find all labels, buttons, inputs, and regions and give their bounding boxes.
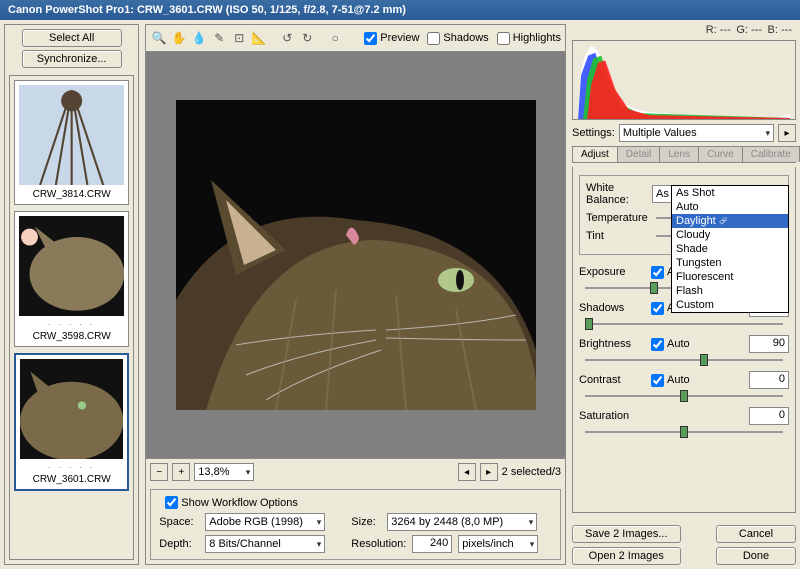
titlebar: Canon PowerShot Pro1: CRW_3601.CRW (ISO … — [0, 0, 800, 20]
highlights-checkbox[interactable]: Highlights — [497, 32, 561, 45]
wb-option[interactable]: Auto — [672, 200, 788, 214]
wb-option[interactable]: Daylight ⮰ — [672, 214, 788, 228]
thumbnail-list[interactable]: CRW_3814.CRW . . . . . CRW_3598.CRW . . … — [9, 75, 134, 560]
thumbnail-rating: . . . . . — [19, 318, 124, 327]
zoom-out-button[interactable]: − — [150, 463, 168, 481]
saturation-label: Saturation — [579, 410, 641, 422]
contrast-auto-checkbox[interactable]: Auto — [651, 374, 690, 387]
show-workflow-checkbox[interactable]: Show Workflow Options — [165, 496, 552, 509]
rgb-readout: R: --- G: --- B: --- — [572, 24, 796, 36]
thumbnail-item[interactable]: CRW_3814.CRW — [14, 80, 129, 205]
tint-label: Tint — [586, 230, 648, 242]
white-balance-label: White Balance: — [586, 182, 648, 206]
open-images-button[interactable]: Open 2 Images — [572, 547, 681, 565]
next-image-button[interactable]: ▸ — [480, 463, 498, 481]
color-sampler-icon[interactable]: ✎ — [210, 29, 228, 47]
adjustments-panel: R: --- G: --- B: --- Settings: Multiple … — [572, 24, 796, 565]
size-select[interactable]: 3264 by 2448 (8,0 MP)▾ — [387, 513, 537, 531]
brightness-label: Brightness — [579, 338, 641, 350]
preview-area[interactable] — [146, 52, 565, 458]
thumbnail-rating: . . . . . — [20, 461, 123, 470]
workflow-options: Show Workflow Options Space: Adobe RGB (… — [150, 489, 561, 560]
saturation-input[interactable]: 0 — [749, 407, 789, 425]
toolbar: 🔍 ✋ 💧 ✎ ⊡ 📐 ↺ ↻ ○ Preview Shadows Highli… — [146, 25, 565, 52]
depth-label: Depth: — [159, 538, 199, 550]
settings-menu-button[interactable]: ▸ — [778, 124, 796, 142]
space-label: Space: — [159, 516, 199, 528]
preview-image — [176, 100, 536, 410]
white-balance-dropdown[interactable]: As Shot Auto Daylight ⮰ Cloudy Shade Tun… — [671, 185, 789, 313]
contrast-label: Contrast — [579, 374, 641, 386]
temperature-label: Temperature — [586, 212, 648, 224]
crop-tool-icon[interactable]: ⊡ — [230, 29, 248, 47]
done-button[interactable]: Done — [716, 547, 796, 565]
contrast-input[interactable]: 0 — [749, 371, 789, 389]
brightness-slider[interactable] — [585, 359, 783, 361]
adjust-tab-content: White Balance: As Shot▾ Temperature Tint… — [572, 167, 796, 513]
shadows-checkbox[interactable]: Shadows — [427, 32, 488, 45]
select-all-button[interactable]: Select All — [22, 29, 122, 47]
toggle-mark-icon[interactable]: ○ — [326, 29, 344, 47]
brightness-auto-checkbox[interactable]: Auto — [651, 338, 690, 351]
thumbnail-label: CRW_3601.CRW — [20, 474, 123, 485]
cancel-button[interactable]: Cancel — [716, 525, 796, 543]
shadows-slider[interactable] — [585, 323, 783, 325]
thumbnail-label: CRW_3598.CRW — [19, 331, 124, 342]
shadows-label: Shadows — [579, 302, 641, 314]
brightness-input[interactable]: 90 — [749, 335, 789, 353]
thumbnail-sidebar: Select All Synchronize... CRW_3814.CRW .… — [4, 24, 139, 565]
rotate-ccw-icon[interactable]: ↺ — [278, 29, 296, 47]
tab-lens[interactable]: Lens — [659, 146, 699, 162]
wb-option[interactable]: As Shot — [672, 186, 788, 200]
exposure-label: Exposure — [579, 266, 641, 278]
thumbnail-item[interactable]: . . . . . CRW_3601.CRW — [14, 353, 129, 491]
resolution-label: Resolution: — [351, 538, 406, 550]
wb-option[interactable]: Tungsten — [672, 256, 788, 270]
save-images-button[interactable]: Save 2 Images... — [572, 525, 681, 543]
tab-adjust[interactable]: Adjust — [572, 146, 618, 162]
tab-curve[interactable]: Curve — [698, 146, 743, 162]
tab-calibrate[interactable]: Calibrate — [742, 146, 800, 162]
wb-option[interactable]: Shade — [672, 242, 788, 256]
size-label: Size: — [351, 516, 381, 528]
synchronize-button[interactable]: Synchronize... — [22, 50, 122, 68]
thumbnail-image — [19, 216, 124, 316]
selection-status: 2 selected/3 — [502, 466, 561, 478]
resolution-input[interactable]: 240 — [412, 535, 452, 553]
wb-option[interactable]: Flash — [672, 284, 788, 298]
thumbnail-label: CRW_3814.CRW — [19, 189, 124, 200]
wb-option[interactable]: Fluorescent — [672, 270, 788, 284]
resolution-unit-select[interactable]: pixels/inch▾ — [458, 535, 538, 553]
straighten-tool-icon[interactable]: 📐 — [250, 29, 268, 47]
thumbnail-image — [20, 359, 123, 459]
zoom-controls: − + 13,8%▾ ◂ ▸ 2 selected/3 — [146, 458, 565, 485]
rotate-cw-icon[interactable]: ↻ — [298, 29, 316, 47]
zoom-tool-icon[interactable]: 🔍 — [150, 29, 168, 47]
prev-image-button[interactable]: ◂ — [458, 463, 476, 481]
wb-option[interactable]: Custom — [672, 298, 788, 312]
preview-checkbox[interactable]: Preview — [364, 32, 419, 45]
saturation-slider[interactable] — [585, 431, 783, 433]
settings-label: Settings: — [572, 127, 615, 139]
histogram — [572, 40, 796, 120]
depth-select[interactable]: 8 Bits/Channel▾ — [205, 535, 325, 553]
hand-tool-icon[interactable]: ✋ — [170, 29, 188, 47]
zoom-in-button[interactable]: + — [172, 463, 190, 481]
tab-detail[interactable]: Detail — [617, 146, 661, 162]
space-select[interactable]: Adobe RGB (1998)▾ — [205, 513, 325, 531]
thumbnail-item[interactable]: . . . . . CRW_3598.CRW — [14, 211, 129, 347]
tab-bar: Adjust Detail Lens Curve Calibrate — [572, 146, 796, 163]
wb-option[interactable]: Cloudy — [672, 228, 788, 242]
settings-select[interactable]: Multiple Values▾ — [619, 124, 774, 142]
contrast-slider[interactable] — [585, 395, 783, 397]
preview-panel: 🔍 ✋ 💧 ✎ ⊡ 📐 ↺ ↻ ○ Preview Shadows Highli… — [145, 24, 566, 565]
zoom-select[interactable]: 13,8%▾ — [194, 463, 254, 481]
thumbnail-image — [19, 85, 124, 185]
white-balance-tool-icon[interactable]: 💧 — [190, 29, 208, 47]
